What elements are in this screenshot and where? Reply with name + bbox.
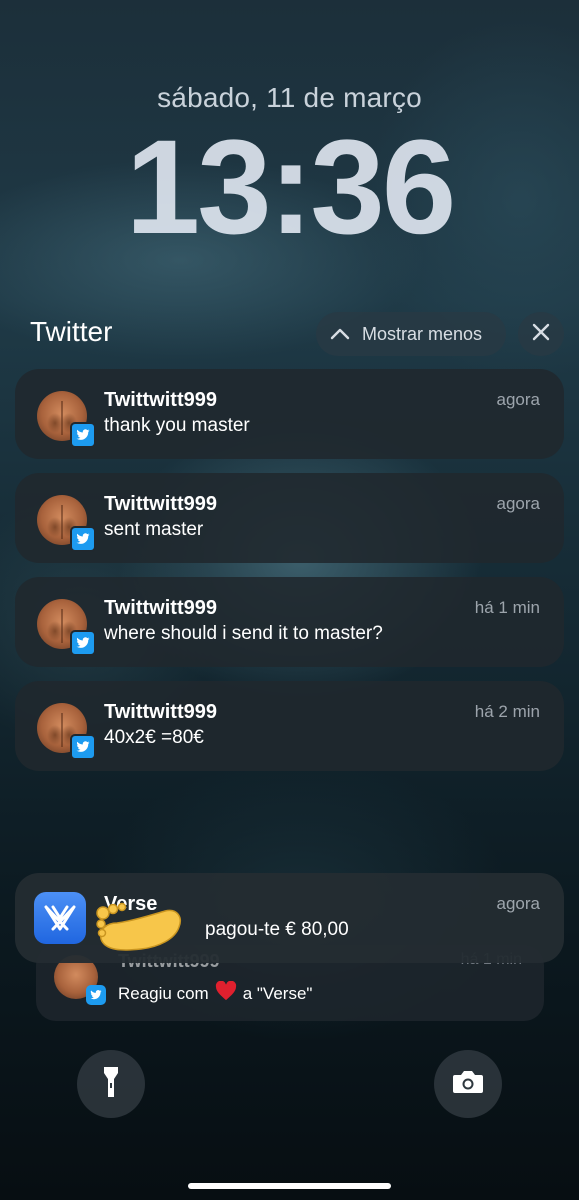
notification-card[interactable]: Twittwitt999 where should i send it to m… — [15, 577, 564, 667]
foot-emoji-icon — [93, 899, 185, 960]
verse-notification-card[interactable]: Verse pagou-te € 80,00 agora — [15, 873, 564, 963]
notification-time: há 2 min — [474, 702, 540, 721]
notification-time: agora — [496, 494, 540, 513]
show-less-button[interactable]: Mostrar menos — [316, 312, 506, 356]
heart-icon — [215, 980, 237, 1006]
twitter-badge-icon — [70, 734, 96, 760]
notification-message: pagou-te € 80,00 — [205, 919, 349, 940]
flashlight-icon — [102, 1065, 120, 1104]
close-icon — [532, 323, 550, 346]
close-button[interactable] — [518, 312, 564, 356]
notification-sender: Twittwitt999 — [104, 493, 217, 515]
verse-logo-icon — [34, 892, 86, 944]
notification-message: sent master — [104, 519, 204, 540]
notification-sender: Twittwitt999 — [104, 701, 217, 723]
notification-message: where should i send it to master? — [104, 623, 383, 644]
notification-card[interactable]: Twittwitt999 40x2€ =80€ há 2 min — [15, 681, 564, 771]
lock-date: sábado, 11 de março — [157, 82, 422, 113]
notification-message: thank you master — [104, 415, 250, 436]
notification-card[interactable]: Twittwitt999 thank you master agora — [15, 369, 564, 459]
reaction-suffix: a "Verse" — [242, 983, 313, 1003]
notification-time: agora — [496, 390, 540, 409]
camera-button[interactable] — [434, 1050, 502, 1118]
camera-icon — [452, 1069, 484, 1100]
lock-clock: 13:36 — [125, 113, 457, 262]
show-less-label: Mostrar menos — [362, 323, 483, 344]
twitter-badge-icon — [86, 985, 106, 1005]
notification-sender: Twittwitt999 — [104, 389, 217, 411]
home-indicator[interactable] — [188, 1183, 391, 1189]
notification-group-title: Twitter — [30, 316, 113, 347]
twitter-badge-icon — [70, 422, 96, 448]
notification-time: há 1 min — [474, 598, 540, 617]
flashlight-button[interactable] — [77, 1050, 145, 1118]
notification-time: agora — [496, 894, 540, 913]
notification-card[interactable]: Twittwitt999 sent master agora — [15, 473, 564, 563]
notification-sender: Twittwitt999 — [104, 597, 217, 619]
twitter-badge-icon — [70, 526, 96, 552]
notification-message: Reagiu com a "Verse" — [118, 980, 313, 1006]
chevron-up-icon — [330, 327, 350, 341]
reaction-prefix: Reagiu com — [118, 983, 209, 1003]
twitter-badge-icon — [70, 630, 96, 656]
notification-message: 40x2€ =80€ — [104, 727, 204, 748]
